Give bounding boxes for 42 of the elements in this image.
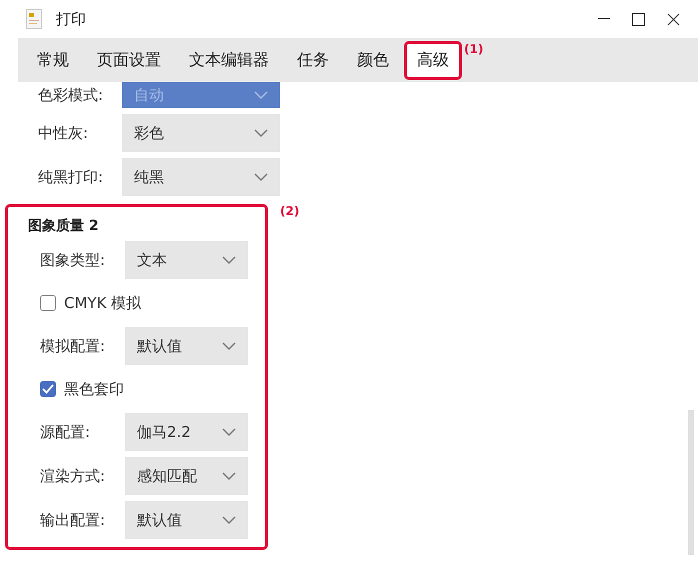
tab[interactable]: 页面设置: [84, 40, 174, 80]
minimize-icon[interactable]: [598, 18, 610, 20]
dropdown[interactable]: 感知匹配: [125, 457, 248, 495]
chevron-icon: [254, 173, 268, 181]
checkbox-label: 黑色套印: [64, 380, 124, 398]
tab[interactable]: 常规: [24, 40, 82, 80]
checkbox[interactable]: [40, 295, 56, 311]
tab[interactable]: 高级: [404, 40, 462, 80]
field-label: 色彩模式:: [38, 86, 104, 104]
document-icon: [26, 9, 42, 29]
field-label: 模拟配置:: [40, 336, 106, 356]
field-label: 中性灰:: [38, 124, 90, 142]
window-title: 打印: [56, 10, 86, 28]
field-label: 纯黑打印:: [38, 168, 104, 186]
field-label: 源配置:: [40, 422, 92, 442]
dropdown[interactable]: 默认值: [125, 501, 248, 539]
callout-label: (2): [280, 204, 300, 218]
chevron-icon: [222, 342, 236, 350]
chevron-icon: [254, 129, 268, 137]
dropdown[interactable]: 纯黑: [122, 158, 280, 196]
close-icon[interactable]: [667, 12, 680, 26]
dropdown[interactable]: 默认值: [125, 327, 248, 365]
chevron-icon: [222, 472, 236, 480]
checkbox[interactable]: [40, 381, 56, 397]
field-label: 渲染方式:: [40, 466, 106, 486]
field-label: 图象类型:: [40, 250, 106, 270]
checkbox-label: CMYK 模拟: [64, 294, 142, 312]
chevron-icon: [222, 428, 236, 436]
field-label: 输出配置:: [40, 510, 106, 530]
maximize-icon[interactable]: [632, 12, 645, 26]
scrollbar[interactable]: [688, 410, 694, 555]
chevron-icon: [254, 91, 268, 99]
section-title: 图象质量 2: [28, 217, 100, 235]
chevron-icon: [222, 516, 236, 524]
dropdown[interactable]: 彩色: [122, 114, 280, 152]
tab[interactable]: 颜色: [344, 40, 402, 80]
dropdown[interactable]: 文本: [125, 241, 248, 279]
tab[interactable]: 任务: [284, 40, 342, 80]
tab[interactable]: 文本编辑器: [176, 40, 282, 80]
dropdown[interactable]: 伽马2.2: [125, 413, 248, 451]
chevron-icon: [222, 256, 236, 264]
callout-label: (1): [464, 42, 484, 56]
